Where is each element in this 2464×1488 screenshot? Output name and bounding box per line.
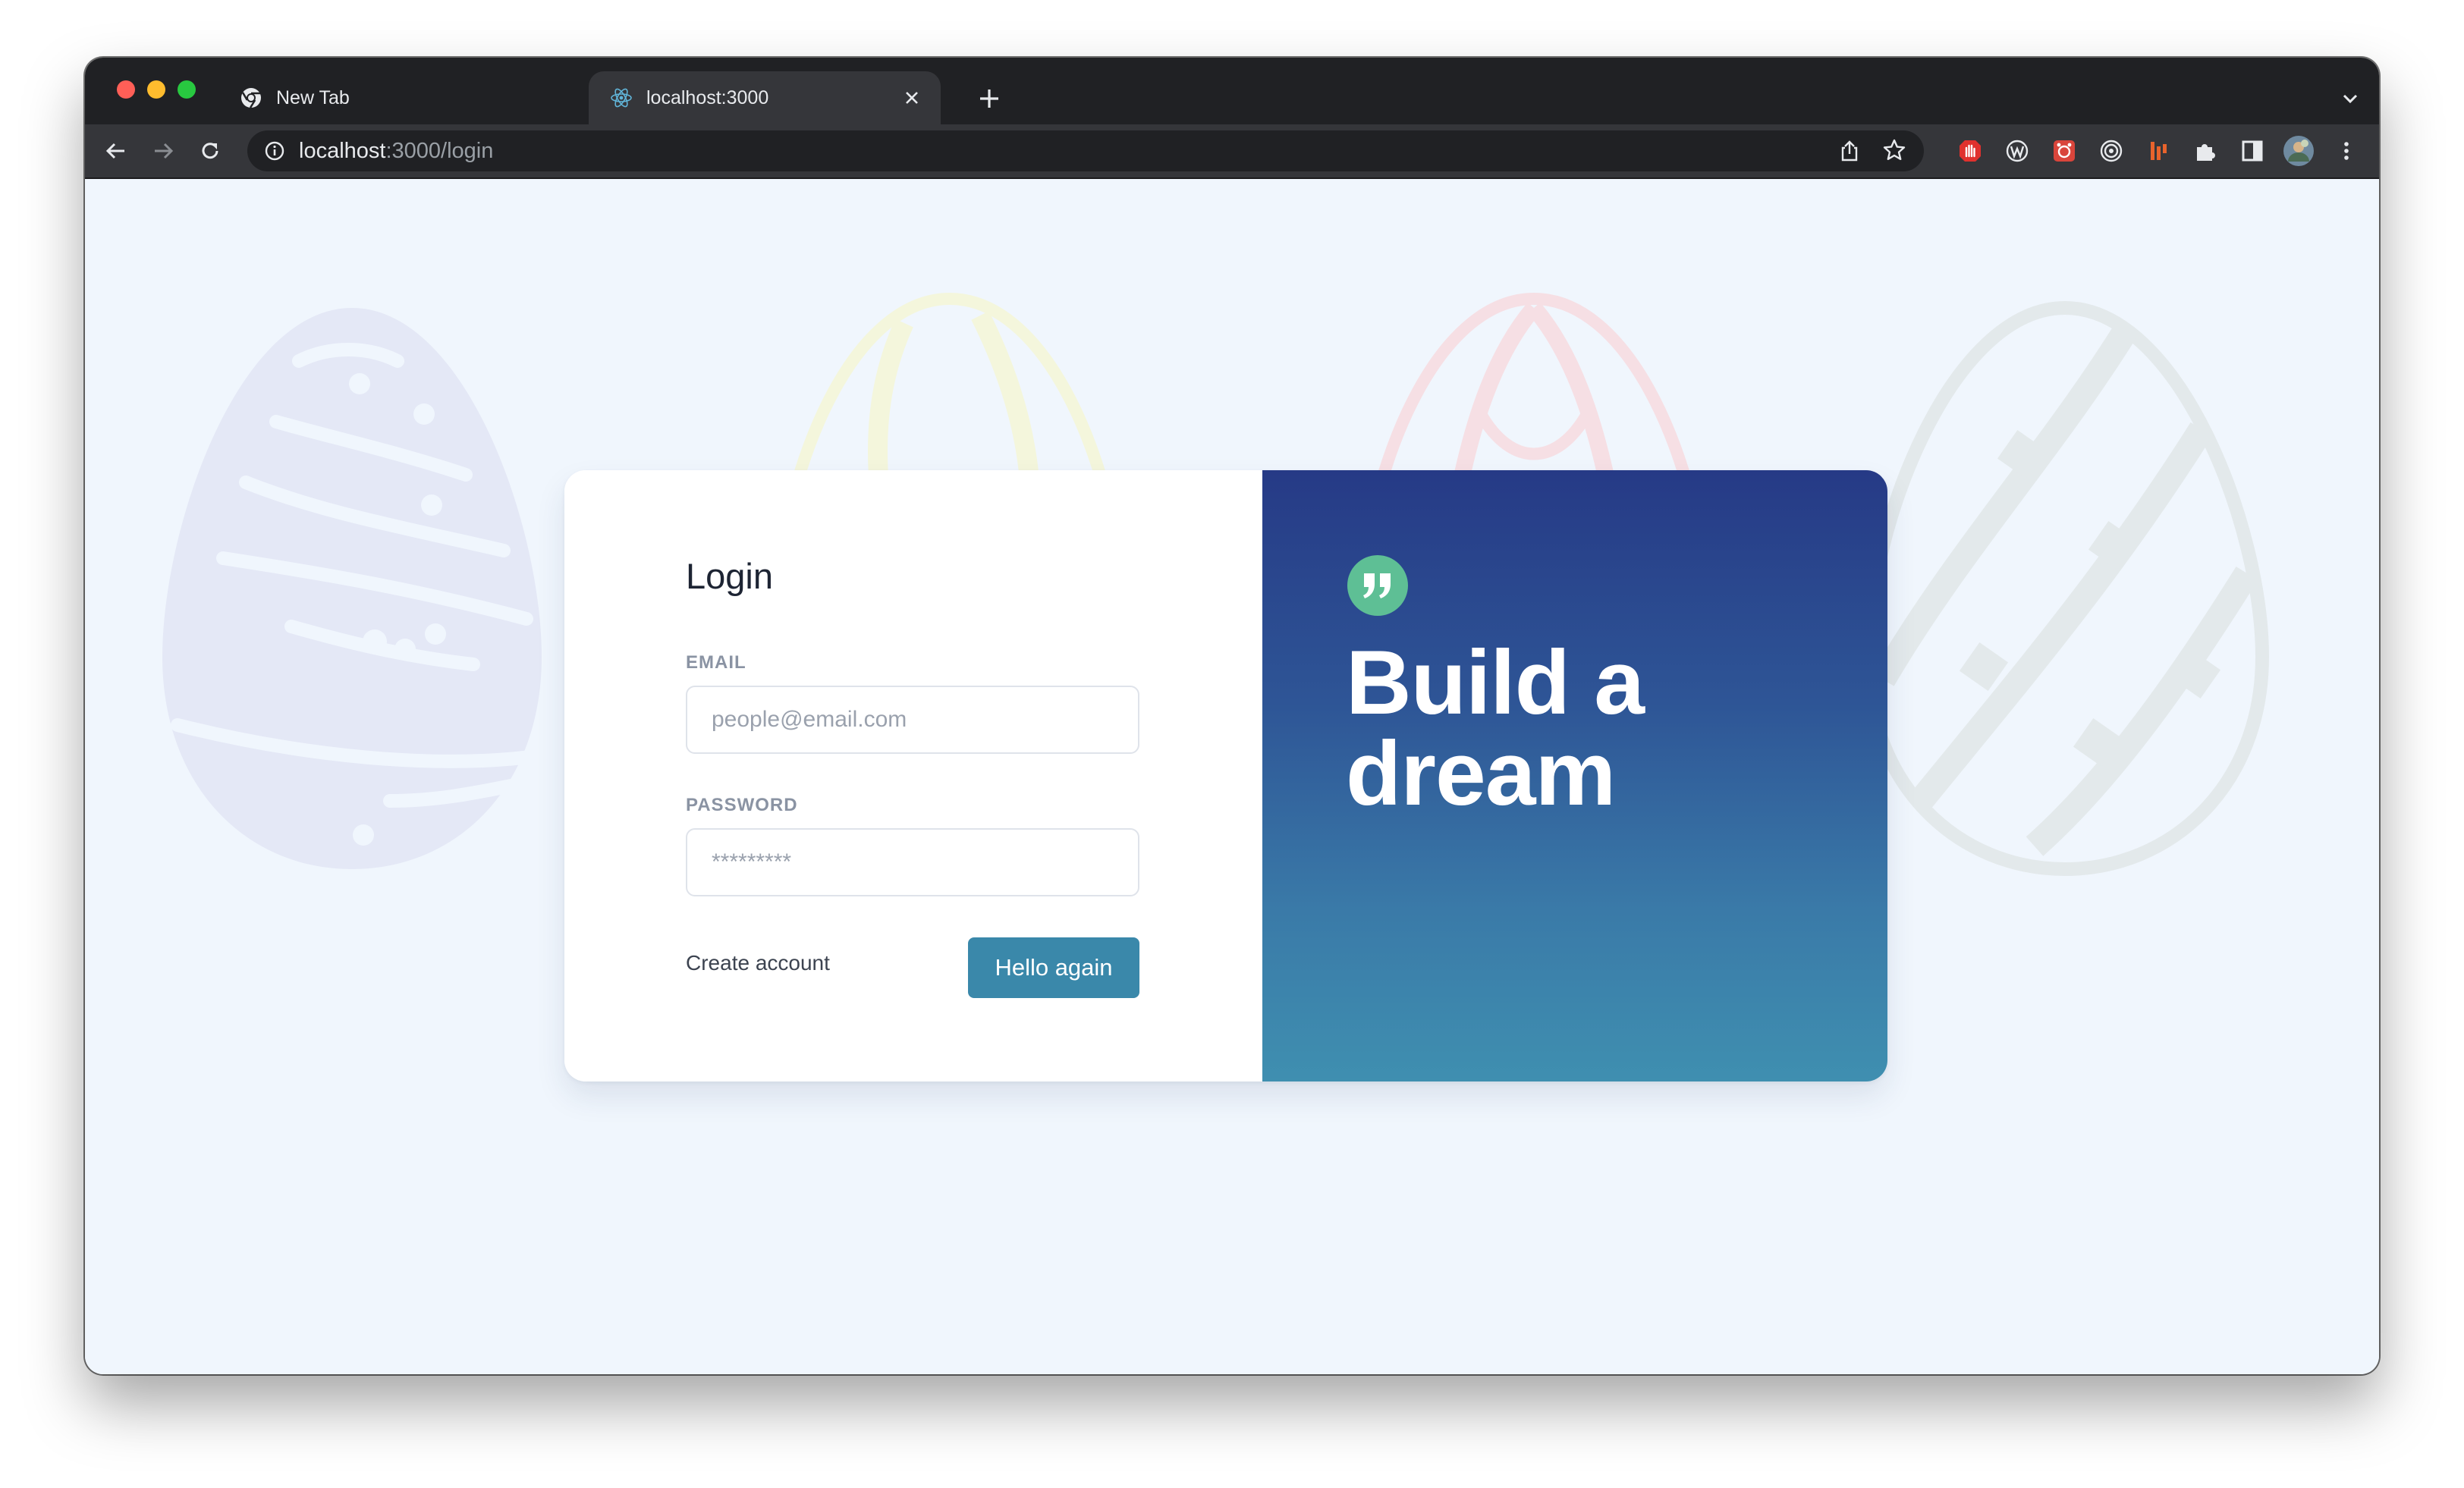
bookmark-star-icon[interactable] [1881,137,1907,163]
login-title: Login [686,556,773,596]
profile-avatar[interactable] [2282,134,2315,168]
email-label: EMAIL [686,652,746,673]
side-panel-icon[interactable] [2238,137,2267,165]
easter-egg-decoration-grey [1860,300,2270,877]
chrome-icon [240,86,262,109]
bars-extension-icon[interactable] [2144,137,2173,165]
arrow-right-icon [155,143,174,159]
red-app-extension-icon[interactable] [2050,137,2079,165]
hero-panel: Build a dream [1262,470,1887,1081]
login-card: Login EMAIL PASSWORD Create account Hell… [564,470,1887,1081]
close-tab-icon[interactable] [897,83,927,113]
browser-window: New Tab localhost:3000 localhost:3000/lo… [85,58,2379,1374]
window-minimize-button[interactable] [147,80,165,99]
reload-button[interactable] [193,133,228,168]
tab-label: localhost:3000 [646,86,769,108]
reload-icon [202,143,218,159]
hero-headline: Build a dream [1346,637,1846,819]
window-maximize-button[interactable] [178,80,196,99]
tab-search-chevron-icon[interactable] [2337,85,2364,112]
forward-button[interactable] [146,133,181,168]
tab-label: New Tab [276,86,350,108]
hero-line-2: dream [1346,723,1616,824]
browser-toolbar: localhost:3000/login [85,124,2379,179]
back-button[interactable] [99,133,134,168]
arrow-left-icon [105,143,124,159]
login-submit-button[interactable]: Hello again [968,937,1139,998]
url-path: :3000/login [385,139,494,163]
url-text[interactable]: localhost:3000/login [299,139,493,164]
easter-egg-decoration-lavender [162,308,548,869]
w-extension-icon[interactable] [2003,137,2032,165]
email-field[interactable] [686,686,1139,754]
url-host: localhost [299,139,386,163]
react-icon [610,86,633,109]
kebab-menu-icon[interactable] [2332,137,2361,165]
window-close-button[interactable] [117,80,135,99]
password-field[interactable] [686,828,1139,896]
create-account-link[interactable]: Create account [686,951,830,975]
password-label: PASSWORD [686,795,798,815]
target-extension-icon[interactable] [2097,137,2126,165]
tab-localhost[interactable]: localhost:3000 [589,71,941,124]
login-form: Login EMAIL PASSWORD Create account Hell… [564,470,1262,1081]
site-info-icon[interactable] [264,140,285,162]
quote-icon [1347,555,1408,616]
title-bar: New Tab localhost:3000 [85,58,2379,124]
new-tab-button[interactable] [971,80,1007,117]
adblock-extension-icon[interactable] [1956,137,1985,165]
puzzle-extensions-icon[interactable] [2191,137,2220,165]
page-content: Login EMAIL PASSWORD Create account Hell… [85,179,2379,1374]
share-icon[interactable] [1837,139,1862,163]
address-bar[interactable]: localhost:3000/login [247,130,1924,171]
hero-line-1: Build a [1346,632,1645,733]
